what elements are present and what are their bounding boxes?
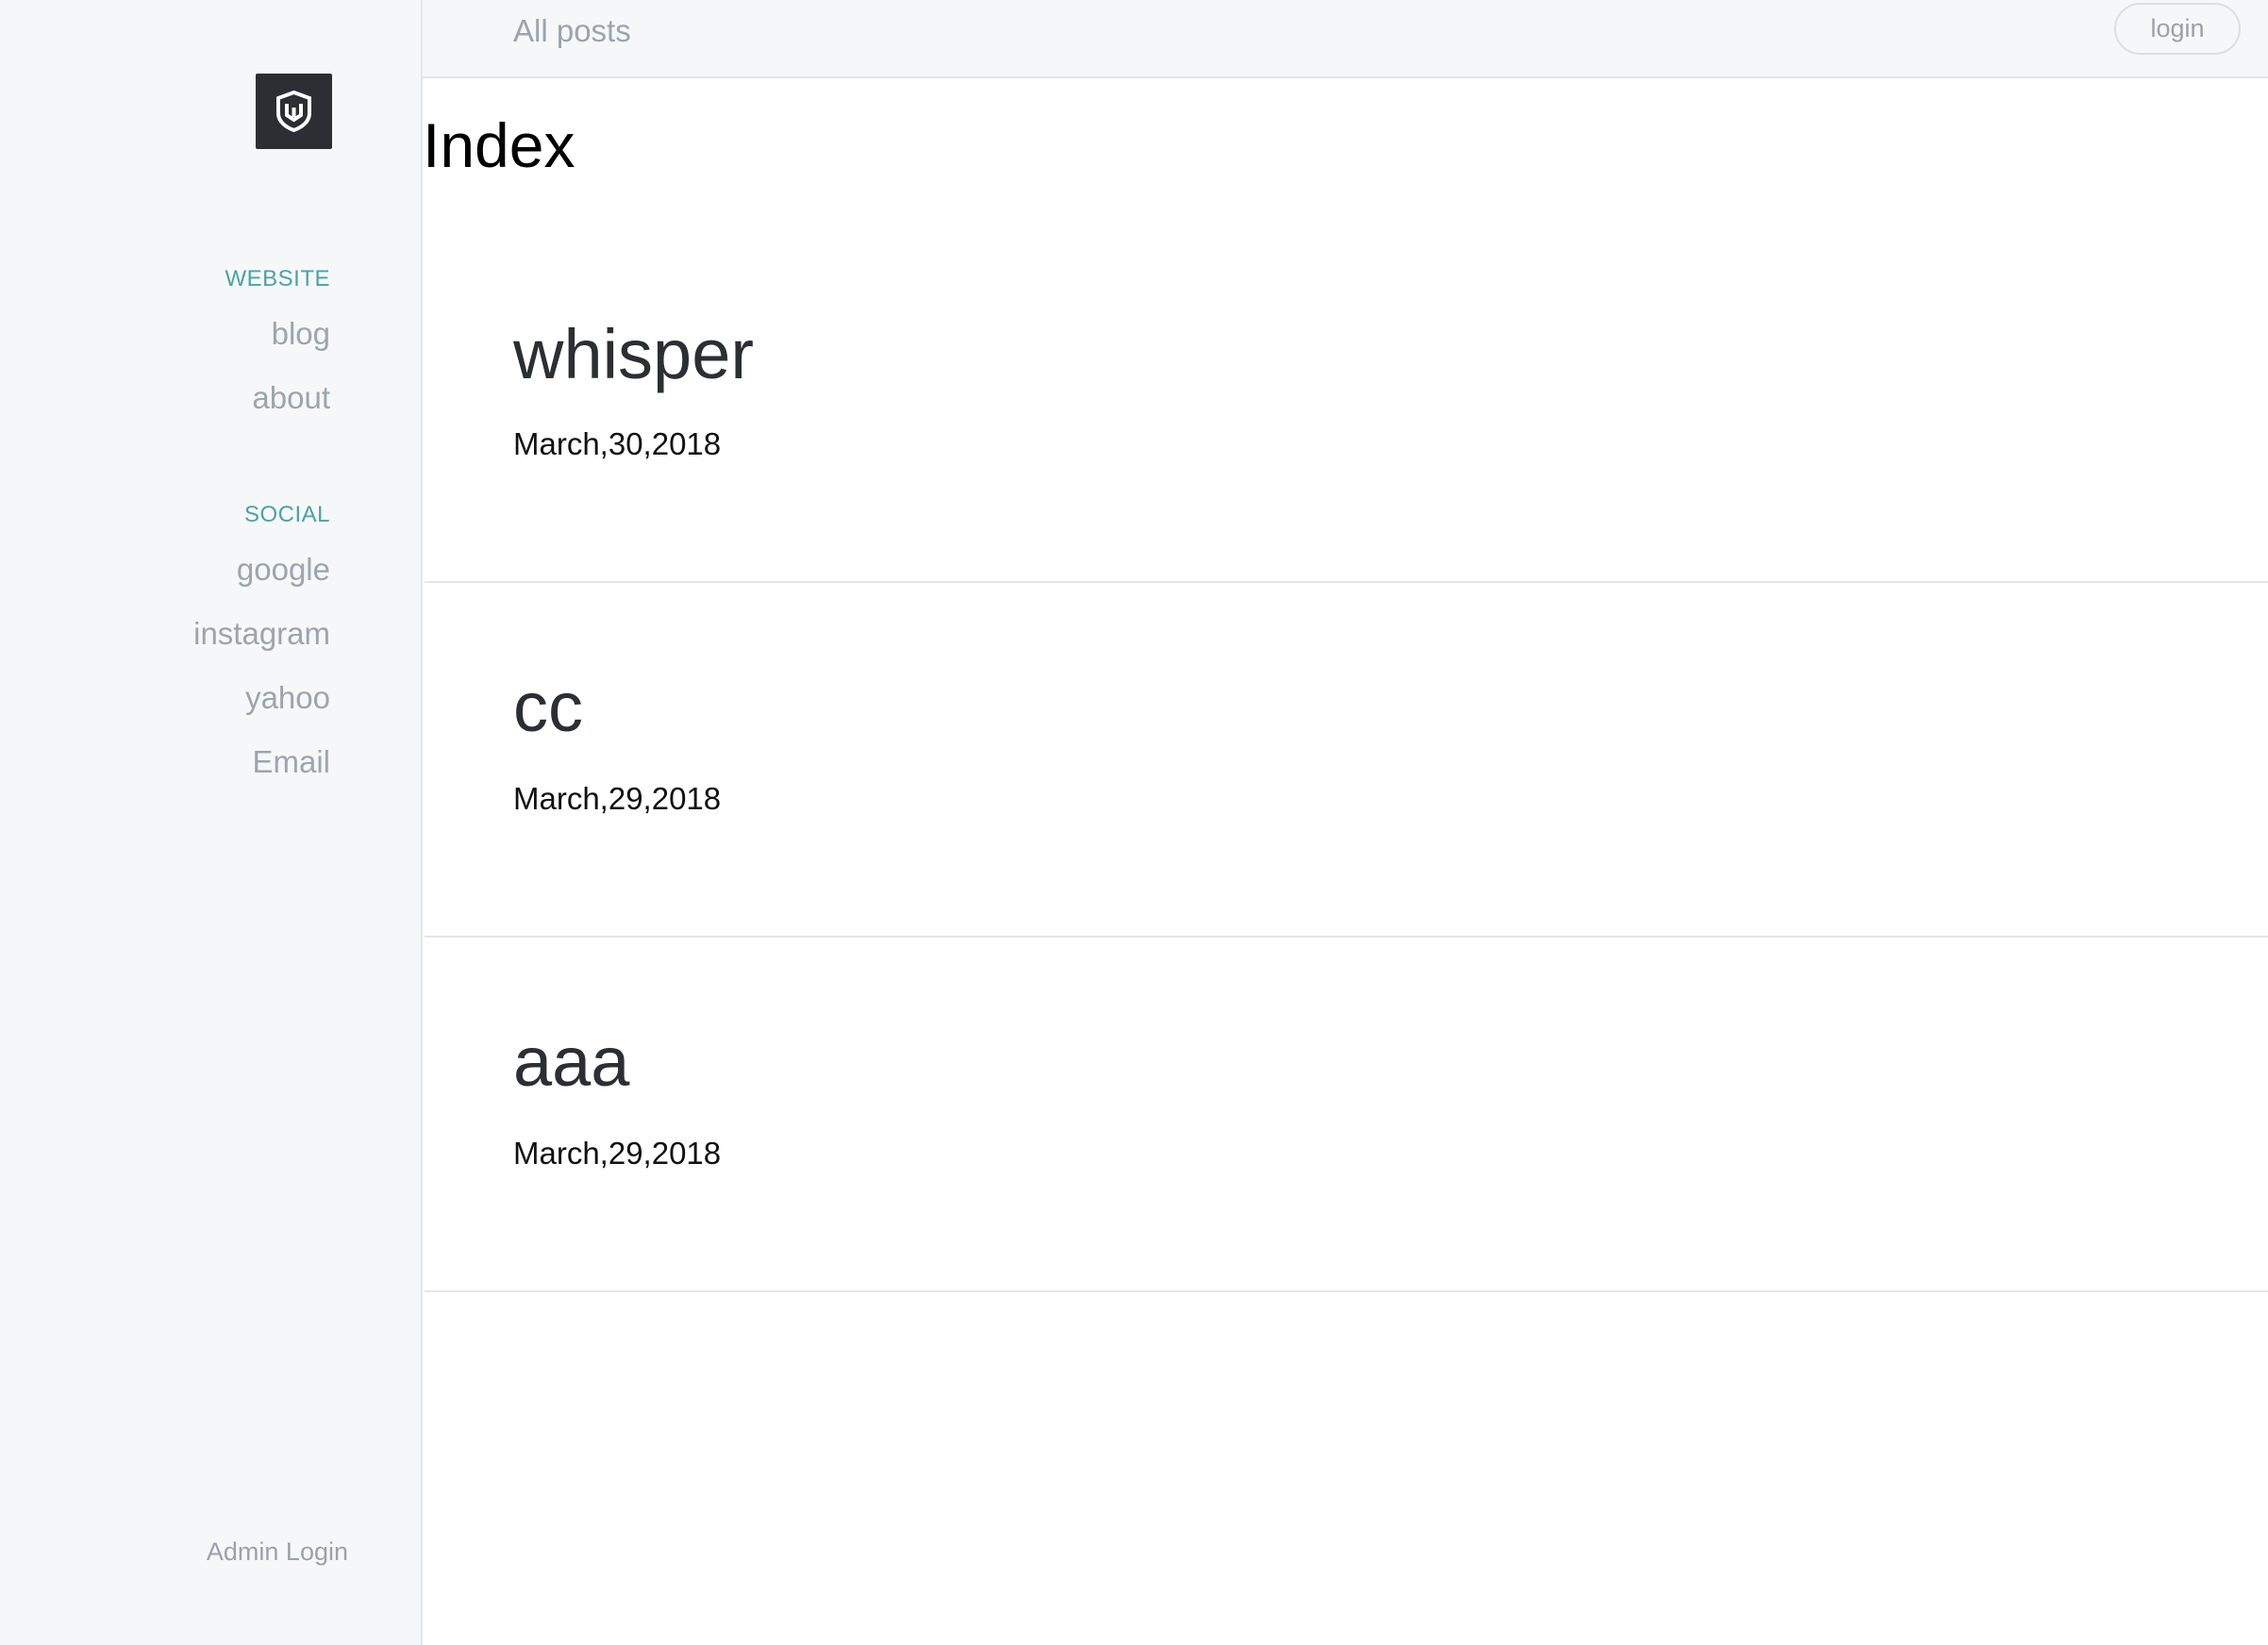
nav-link-email[interactable]: Email (252, 744, 330, 780)
breadcrumb-all-posts[interactable]: All posts (513, 13, 631, 49)
nav-link-blog[interactable]: blog (272, 316, 330, 352)
nav-link-about[interactable]: about (252, 380, 330, 416)
nav-link-google[interactable]: google (237, 552, 330, 588)
site-logo[interactable] (256, 74, 332, 149)
post-item: whisper March,30,2018 (425, 228, 2268, 583)
shield-icon (276, 91, 311, 132)
nav-heading-website: WEBSITE (225, 266, 330, 291)
post-title-link[interactable]: cc (513, 673, 583, 742)
sidebar: WEBSITE blog about SOCIAL google instagr… (0, 0, 423, 1645)
nav-link-yahoo[interactable]: yahoo (245, 680, 330, 716)
nav-link-instagram[interactable]: instagram (193, 616, 330, 652)
login-button[interactable]: login (2114, 3, 2241, 55)
post-date: March,29,2018 (513, 1136, 722, 1171)
nav-heading-social: SOCIAL (243, 502, 330, 527)
top-bar: All posts login (423, 0, 2268, 78)
admin-login-link[interactable]: Admin Login (207, 1537, 348, 1567)
page-title: Index (423, 110, 575, 180)
post-title-link[interactable]: whisper (513, 320, 754, 390)
post-list: whisper March,30,2018 cc March,29,2018 a… (425, 228, 2268, 1292)
post-item: aaa March,29,2018 (425, 938, 2268, 1292)
post-date: March,30,2018 (513, 426, 722, 461)
post-item: cc March,29,2018 (425, 583, 2268, 938)
post-date: March,29,2018 (513, 781, 722, 816)
post-title-link[interactable]: aaa (513, 1027, 629, 1097)
